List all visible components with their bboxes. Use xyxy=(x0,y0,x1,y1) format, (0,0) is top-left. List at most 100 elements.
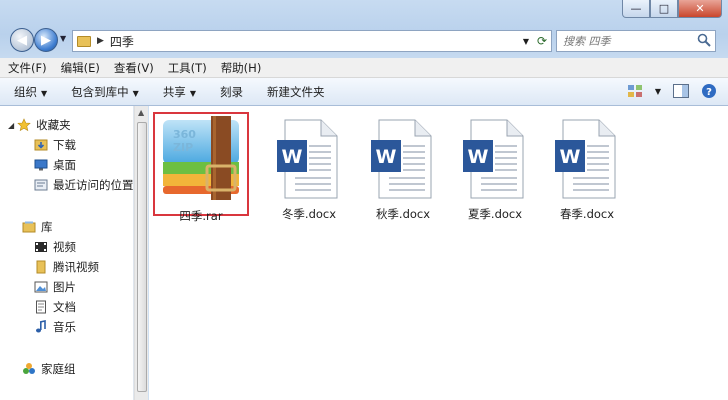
share-button[interactable]: 共享 ▼ xyxy=(163,84,196,100)
file-item-docx[interactable]: W 春季.docx xyxy=(539,112,635,221)
include-in-library-label: 包含到库中 xyxy=(71,84,129,99)
word-doc-icon: W xyxy=(463,119,524,199)
file-list: 360 ZIP 四季.rar W 冬季.docx W 秋季.docx W 夏季.… xyxy=(149,106,728,400)
address-dropdown-icon[interactable]: ▼ xyxy=(523,37,529,46)
title-bar: — □ ✕ ◀ ▶ ▼ ▶ 四季 ▼ ⟳ xyxy=(0,0,728,58)
command-bar: 组织 ▼ 包含到库中 ▼ 共享 ▼ 刻录 新建文件夹 ▼ ? xyxy=(0,78,728,106)
menu-view[interactable]: 查看(V) xyxy=(114,60,154,76)
expand-arrow-icon[interactable]: ◢ xyxy=(8,121,14,130)
view-controls: ▼ ? xyxy=(626,82,718,100)
file-name: 四季.rar xyxy=(179,209,223,223)
file-item-docx[interactable]: W 夏季.docx xyxy=(447,112,543,221)
nav-desktop[interactable]: 桌面 xyxy=(34,156,76,174)
word-doc-icon: W xyxy=(555,119,616,199)
search-icon[interactable] xyxy=(697,33,711,47)
archive-icon: 360 ZIP xyxy=(163,116,239,200)
nav-desktop-label: 桌面 xyxy=(53,158,76,172)
file-name: 春季.docx xyxy=(559,207,615,221)
search-box[interactable] xyxy=(556,30,716,52)
word-badge: W xyxy=(282,146,303,168)
help-icon[interactable]: ? xyxy=(700,82,718,100)
forward-button[interactable]: ▶ xyxy=(34,28,58,52)
menu-file[interactable]: 文件(F) xyxy=(8,60,47,76)
recent-places-icon xyxy=(34,179,48,191)
menu-help[interactable]: 帮助(H) xyxy=(221,60,262,76)
view-options-icon[interactable] xyxy=(626,82,644,100)
nav-favorites[interactable]: ◢ 收藏夹 xyxy=(8,116,71,134)
nav-tencent-video[interactable]: 腾讯视频 xyxy=(34,258,99,276)
menu-tools[interactable]: 工具(T) xyxy=(168,60,207,76)
svg-text:?: ? xyxy=(706,87,712,98)
menu-bar: 文件(F) 编辑(E) 查看(V) 工具(T) 帮助(H) xyxy=(0,58,728,78)
nav-music-label: 音乐 xyxy=(53,320,76,334)
scrollbar-thumb[interactable] xyxy=(137,122,147,392)
chevron-down-icon: ▼ xyxy=(132,88,139,98)
navigation-pane: ◢ 收藏夹 下载 桌面 最近访问的位置 库 视频 腾讯视频 图片 文档 音乐 家… xyxy=(0,106,134,400)
new-folder-button[interactable]: 新建文件夹 xyxy=(267,84,325,100)
breadcrumb-current[interactable]: 四季 xyxy=(110,33,134,50)
arrow-left-icon: ◀ xyxy=(17,32,27,48)
picture-icon xyxy=(34,281,48,293)
nav-downloads[interactable]: 下载 xyxy=(34,136,76,154)
word-doc-icon: W xyxy=(277,119,338,199)
nav-homegroup[interactable]: 家庭组 xyxy=(22,360,76,378)
nav-recent-label: 最近访问的位置 xyxy=(53,178,134,192)
svg-text:360: 360 xyxy=(173,128,196,141)
chevron-down-icon[interactable]: ▼ xyxy=(654,82,662,100)
star-icon xyxy=(17,118,31,132)
organize-label: 组织 xyxy=(14,84,37,99)
address-bar[interactable]: ▶ 四季 ▼ ⟳ xyxy=(72,30,552,52)
file-name: 夏季.docx xyxy=(467,207,523,221)
minimize-button[interactable]: — xyxy=(622,0,650,18)
nav-tencent-video-label: 腾讯视频 xyxy=(53,260,99,274)
history-dropdown[interactable]: ▼ xyxy=(60,34,66,43)
share-label: 共享 xyxy=(162,84,186,99)
file-item-rar[interactable]: 360 ZIP 四季.rar xyxy=(153,112,249,223)
music-note-icon xyxy=(36,320,46,333)
file-item-docx[interactable]: W 秋季.docx xyxy=(355,112,451,221)
scroll-up-icon[interactable]: ▲ xyxy=(138,108,144,117)
nav-documents[interactable]: 文档 xyxy=(34,298,76,316)
video-icon xyxy=(35,242,47,252)
nav-music[interactable]: 音乐 xyxy=(34,318,76,336)
nav-downloads-label: 下载 xyxy=(53,138,76,152)
burn-button[interactable]: 刻录 xyxy=(220,84,243,100)
word-badge: W xyxy=(376,146,397,168)
file-item-docx[interactable]: W 冬季.docx xyxy=(261,112,357,221)
folder-icon xyxy=(77,35,91,47)
menu-edit[interactable]: 编辑(E) xyxy=(61,60,100,76)
nav-videos[interactable]: 视频 xyxy=(34,238,76,256)
include-in-library-button[interactable]: 包含到库中 ▼ xyxy=(71,84,139,100)
nav-homegroup-label: 家庭组 xyxy=(41,362,76,376)
nav-videos-label: 视频 xyxy=(53,240,76,254)
file-name: 冬季.docx xyxy=(281,207,337,221)
nav-scrollbar[interactable]: ▲ xyxy=(134,106,148,400)
desktop-icon xyxy=(34,159,48,171)
nav-libraries[interactable]: 库 xyxy=(22,218,53,236)
nav-documents-label: 文档 xyxy=(53,300,76,314)
download-folder-icon xyxy=(34,139,48,151)
maximize-button[interactable]: □ xyxy=(650,0,678,18)
back-button[interactable]: ◀ xyxy=(10,28,34,52)
nav-pictures[interactable]: 图片 xyxy=(34,278,76,296)
folder-icon xyxy=(36,260,46,274)
homegroup-icon xyxy=(23,363,35,374)
nav-favorites-label: 收藏夹 xyxy=(36,118,71,132)
nav-recent[interactable]: 最近访问的位置 xyxy=(34,176,134,194)
nav-pictures-label: 图片 xyxy=(53,280,76,294)
library-icon xyxy=(22,221,36,233)
organize-button[interactable]: 组织 ▼ xyxy=(14,84,47,100)
word-badge: W xyxy=(468,146,489,168)
close-button[interactable]: ✕ xyxy=(678,0,722,18)
search-input[interactable] xyxy=(563,34,689,48)
svg-text:ZIP: ZIP xyxy=(173,141,193,154)
window-controls: — □ ✕ xyxy=(622,0,722,18)
word-doc-icon: W xyxy=(371,119,432,199)
breadcrumb-separator-icon[interactable]: ▶ xyxy=(97,36,104,46)
refresh-icon[interactable]: ⟳ xyxy=(537,34,547,48)
preview-pane-icon[interactable] xyxy=(672,82,690,100)
document-icon xyxy=(36,300,46,314)
arrow-right-icon: ▶ xyxy=(41,32,51,48)
chevron-down-icon: ▼ xyxy=(41,88,48,98)
file-name: 秋季.docx xyxy=(375,207,431,221)
